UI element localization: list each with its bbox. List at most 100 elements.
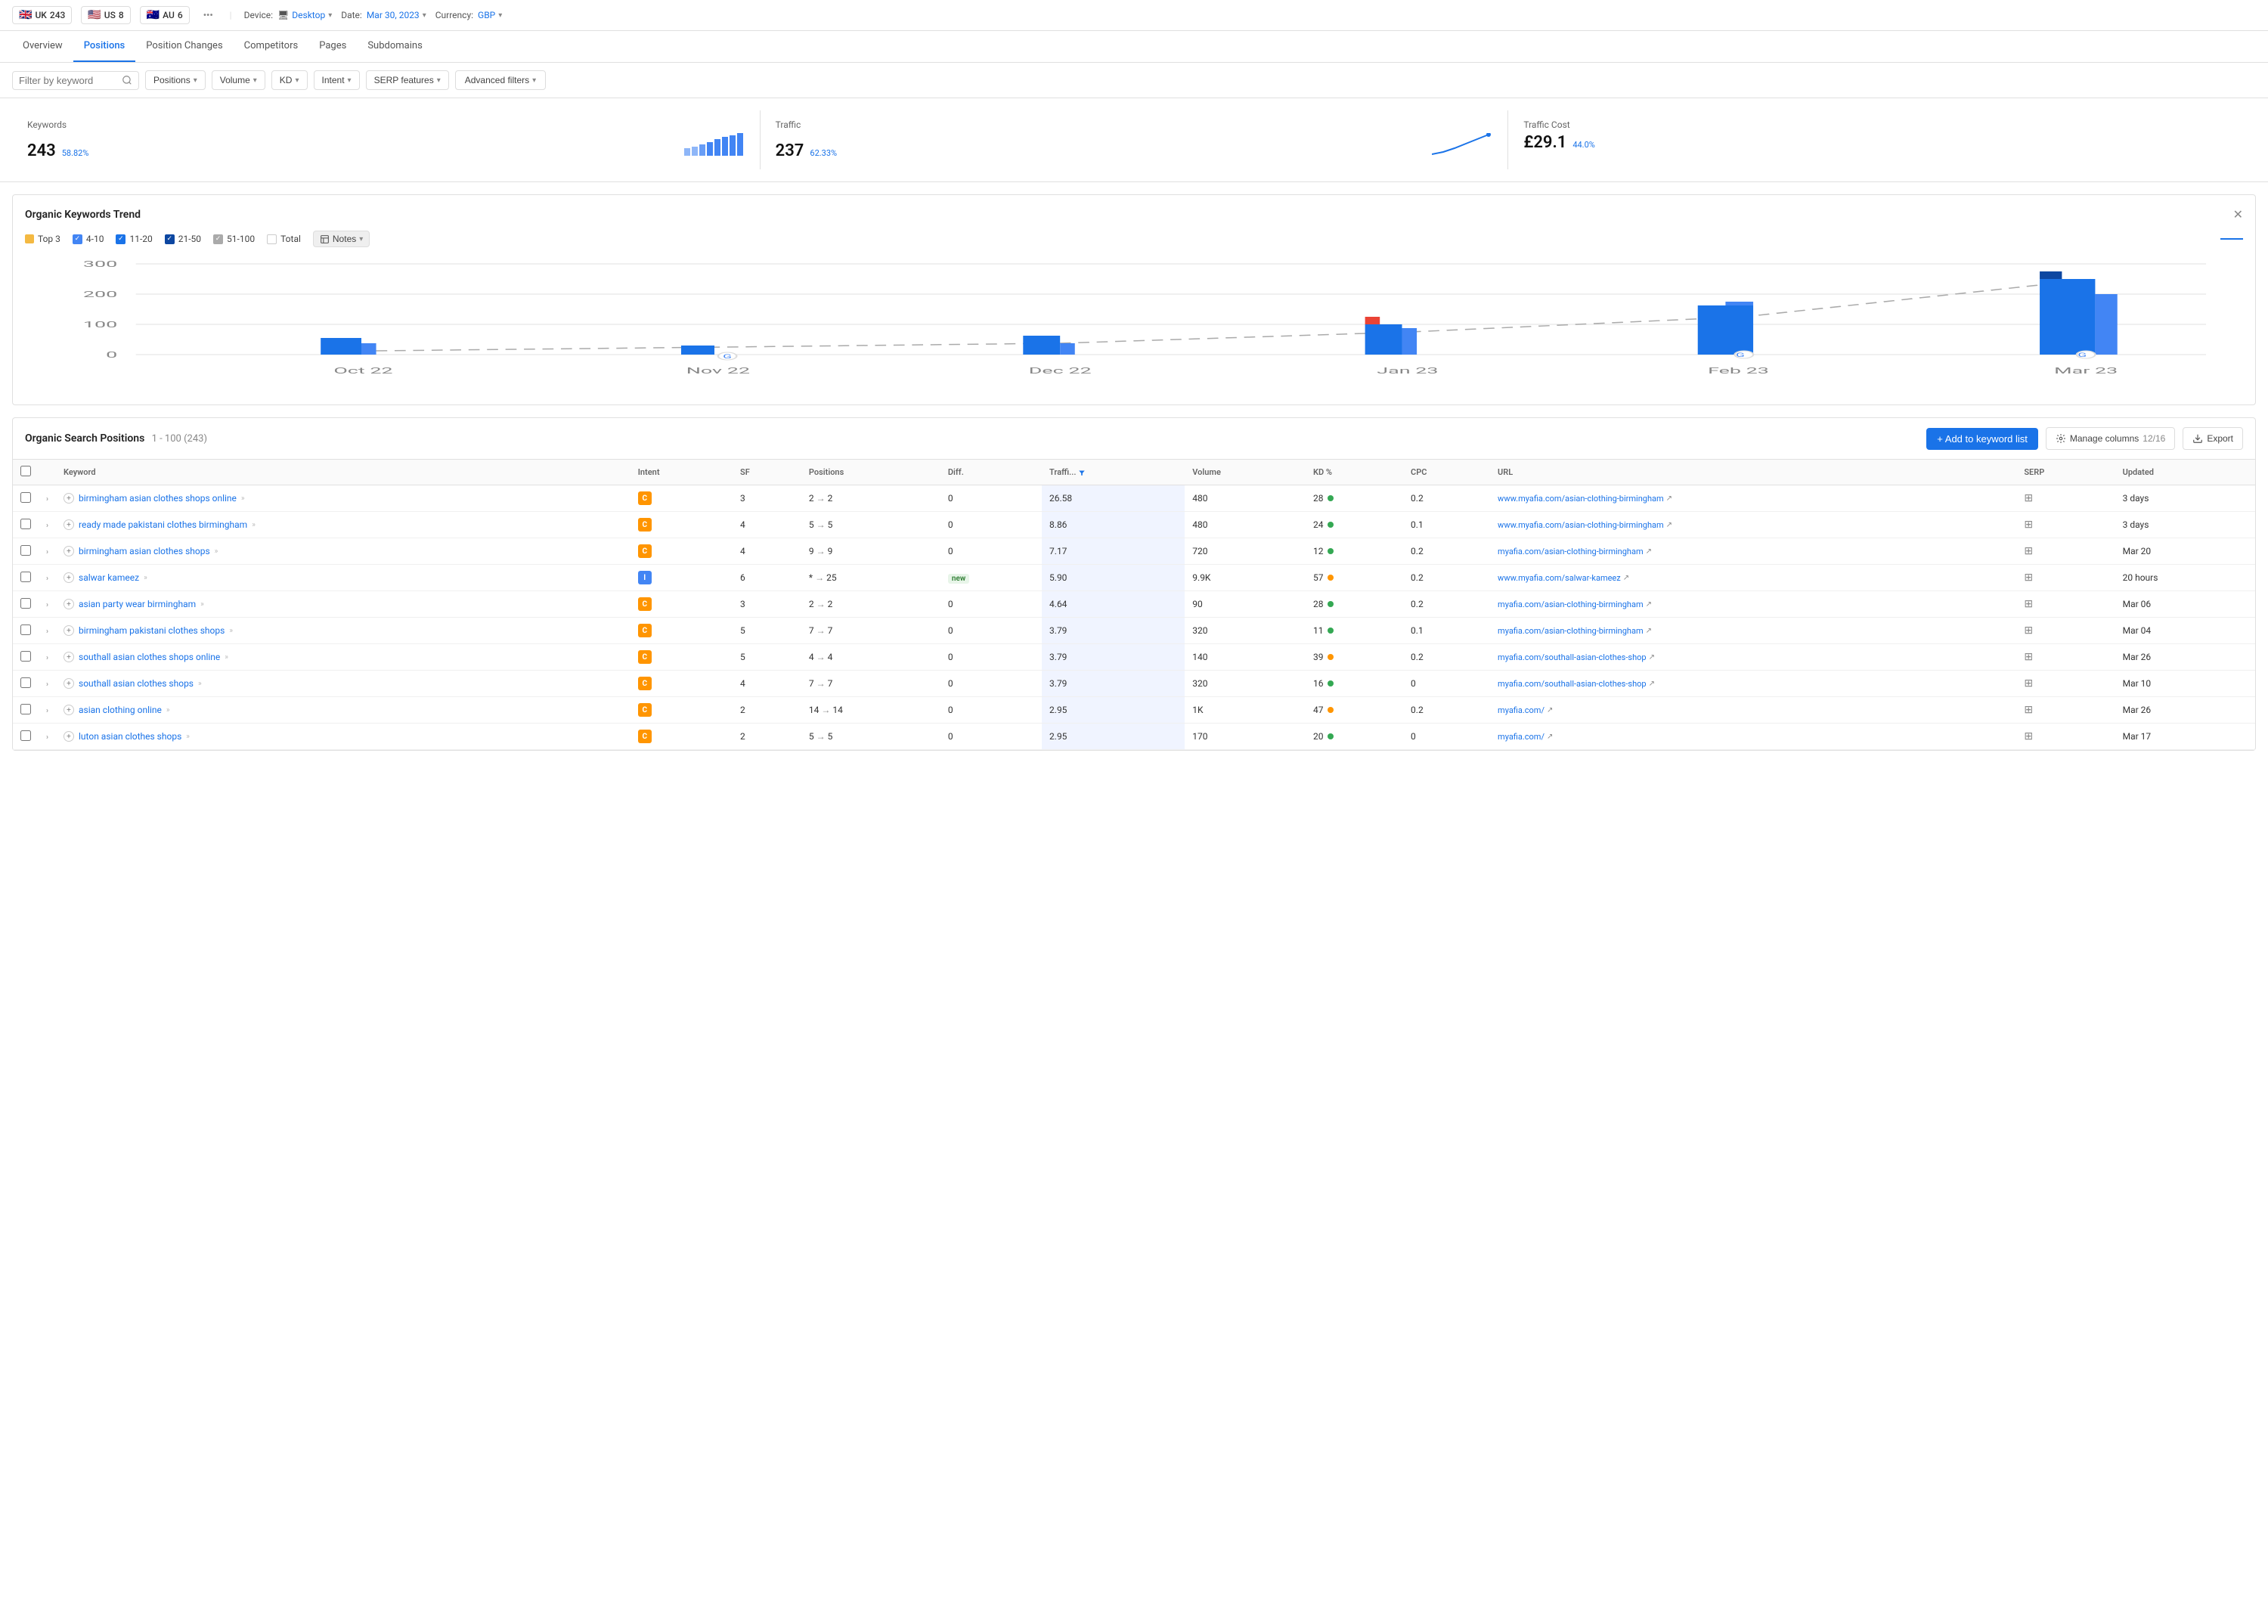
keyword-plus-icon[interactable]: + [64,546,74,556]
keyword-plus-icon[interactable]: + [64,519,74,530]
serp-snapshot-icon[interactable]: ⊞ [2024,704,2033,716]
device-value[interactable]: Desktop [292,10,325,20]
th-diff[interactable]: Diff. [940,460,1042,485]
expand-row-icon[interactable]: › [46,628,48,636]
th-intent[interactable]: Intent [631,460,733,485]
th-volume[interactable]: Volume [1185,460,1306,485]
keyword-plus-icon[interactable]: + [64,731,74,742]
currency-value[interactable]: GBP [478,10,495,20]
expand-row-icon[interactable]: › [46,654,48,662]
row-checkbox-cell[interactable] [13,565,39,591]
keyword-plus-icon[interactable]: + [64,652,74,662]
more-countries-button[interactable]: ••• [199,8,218,22]
row-expand-cell[interactable]: › [39,538,56,565]
serp-filter-button[interactable]: SERP features ▾ [366,70,449,90]
serp-snapshot-icon[interactable]: ⊞ [2024,624,2033,637]
keyword-plus-icon[interactable]: + [64,493,74,504]
th-kd[interactable]: KD % [1306,460,1403,485]
serp-cell[interactable]: ⊞ [2016,591,2115,618]
expand-row-icon[interactable]: › [46,733,48,742]
keyword-link[interactable]: salwar kameez [79,572,139,583]
keyword-plus-icon[interactable]: + [64,678,74,689]
date-value[interactable]: Mar 30, 2023 [367,10,420,20]
row-expand-cell[interactable]: › [39,565,56,591]
serp-snapshot-icon[interactable]: ⊞ [2024,651,2033,663]
advanced-filters-button[interactable]: Advanced filters ▾ [455,70,546,90]
serp-cell[interactable]: ⊞ [2016,565,2115,591]
keyword-link[interactable]: birmingham pakistani clothes shops [79,625,225,636]
row-checkbox-cell[interactable] [13,724,39,750]
url-link[interactable]: www.myafia.com/asian-clothing-birmingham… [1498,494,2009,504]
legend-51-100[interactable]: ✓ 51-100 [213,234,255,244]
row-expand-cell[interactable]: › [39,644,56,671]
row-select-checkbox[interactable] [20,545,31,556]
url-link[interactable]: myafia.com/asian-clothing-birmingham ↗ [1498,626,2009,636]
url-link[interactable]: myafia.com/asian-clothing-birmingham ↗ [1498,547,2009,556]
row-expand-cell[interactable]: › [39,724,56,750]
expand-row-icon[interactable]: › [46,601,48,609]
keyword-plus-icon[interactable]: + [64,625,74,636]
row-select-checkbox[interactable] [20,651,31,662]
legend-4-10[interactable]: ✓ 4-10 [73,234,104,244]
volume-filter-button[interactable]: Volume ▾ [212,70,265,90]
tab-overview[interactable]: Overview [12,31,73,62]
legend-top3[interactable]: Top 3 [25,234,60,244]
tab-pages[interactable]: Pages [308,31,357,62]
keyword-filter-wrap[interactable] [12,71,139,90]
row-expand-cell[interactable]: › [39,591,56,618]
row-expand-cell[interactable]: › [39,512,56,538]
keyword-link[interactable]: birmingham asian clothes shops online [79,493,237,504]
country-us[interactable]: 🇺🇸 US 8 [81,6,130,24]
expand-row-icon[interactable]: › [46,522,48,530]
url-link[interactable]: myafia.com/southall-asian-clothes-shop ↗ [1498,679,2009,689]
serp-cell[interactable]: ⊞ [2016,618,2115,644]
keyword-link[interactable]: asian clothing online [79,705,162,715]
add-to-keyword-list-button[interactable]: + Add to keyword list [1926,428,2038,450]
serp-snapshot-icon[interactable]: ⊞ [2024,492,2033,504]
keyword-link[interactable]: southall asian clothes shops online [79,652,220,662]
row-select-checkbox[interactable] [20,492,31,503]
row-expand-cell[interactable]: › [39,618,56,644]
serp-cell[interactable]: ⊞ [2016,671,2115,697]
row-expand-cell[interactable]: › [39,671,56,697]
th-traffic[interactable]: Traffi... [1042,460,1185,485]
row-checkbox-cell[interactable] [13,671,39,697]
serp-cell[interactable]: ⊞ [2016,512,2115,538]
keyword-link[interactable]: ready made pakistani clothes birmingham [79,519,247,530]
serp-cell[interactable]: ⊞ [2016,697,2115,724]
url-link[interactable]: myafia.com/ ↗ [1498,705,2009,715]
serp-snapshot-icon[interactable]: ⊞ [2024,598,2033,610]
tab-positions[interactable]: Positions [73,31,136,62]
row-checkbox-cell[interactable] [13,644,39,671]
row-checkbox-cell[interactable] [13,538,39,565]
th-cpc[interactable]: CPC [1403,460,1490,485]
expand-row-icon[interactable]: › [46,495,48,504]
keyword-link[interactable]: birmingham asian clothes shops [79,546,210,556]
intent-filter-button[interactable]: Intent ▾ [314,70,360,90]
row-expand-cell[interactable]: › [39,697,56,724]
manage-columns-button[interactable]: Manage columns 12/16 [2046,427,2175,450]
serp-cell[interactable]: ⊞ [2016,538,2115,565]
row-checkbox-cell[interactable] [13,591,39,618]
serp-snapshot-icon[interactable]: ⊞ [2024,519,2033,531]
th-keyword[interactable]: Keyword [56,460,631,485]
row-expand-cell[interactable]: › [39,485,56,512]
country-au[interactable]: 🇦🇺 AU 6 [140,6,190,24]
url-link[interactable]: myafia.com/ ↗ [1498,732,2009,742]
serp-snapshot-icon[interactable]: ⊞ [2024,730,2033,742]
country-uk[interactable]: 🇬🇧 UK 243 [12,6,72,24]
row-checkbox-cell[interactable] [13,697,39,724]
url-link[interactable]: www.myafia.com/asian-clothing-birmingham… [1498,520,2009,530]
row-checkbox-cell[interactable] [13,485,39,512]
expand-row-icon[interactable]: › [46,707,48,715]
th-serp[interactable]: SERP [2016,460,2115,485]
trend-close-button[interactable]: ✕ [2233,207,2243,222]
row-select-checkbox[interactable] [20,598,31,609]
th-updated[interactable]: Updated [2115,460,2255,485]
expand-row-icon[interactable]: › [46,548,48,556]
positions-filter-button[interactable]: Positions ▾ [145,70,206,90]
keyword-link[interactable]: luton asian clothes shops [79,731,181,742]
row-select-checkbox[interactable] [20,677,31,688]
serp-snapshot-icon[interactable]: ⊞ [2024,677,2033,690]
serp-cell[interactable]: ⊞ [2016,485,2115,512]
